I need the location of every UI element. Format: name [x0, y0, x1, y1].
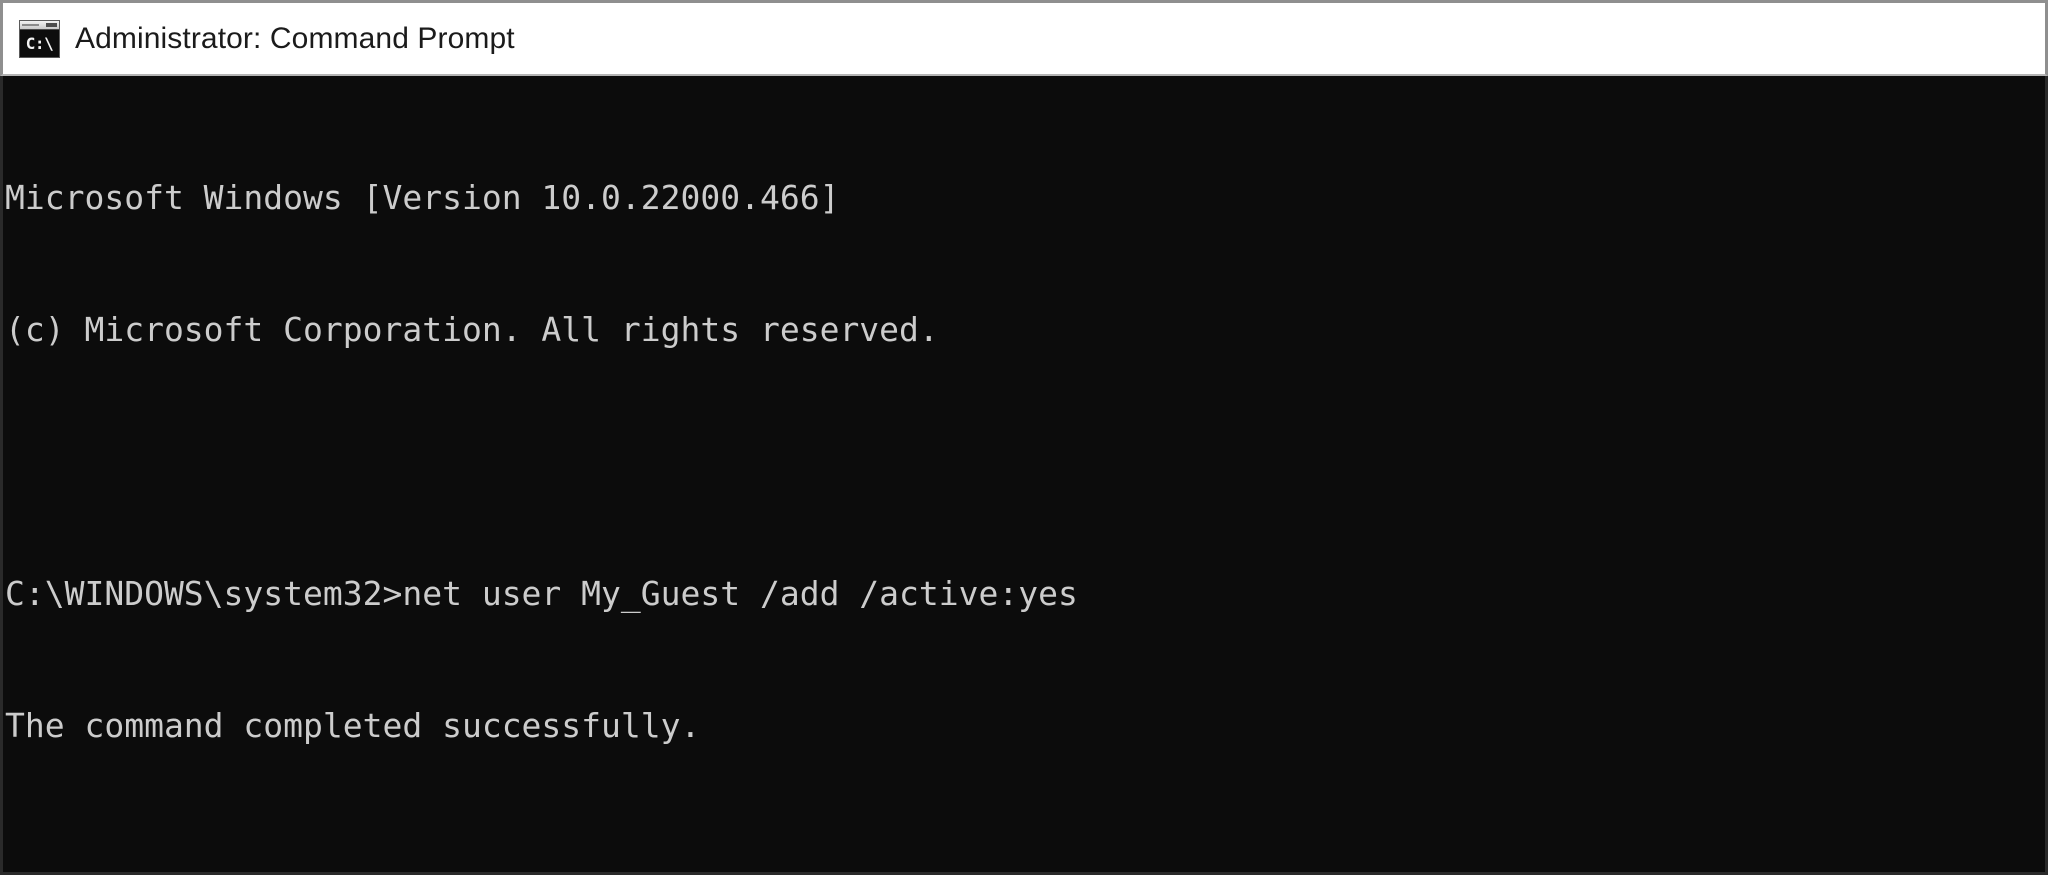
console-text-buffer: Microsoft Windows [Version 10.0.22000.46…: [5, 88, 2045, 872]
window-titlebar[interactable]: C:\ Administrator: Command Prompt: [0, 0, 2048, 76]
icon-caption-strip: [20, 20, 59, 30]
command-prompt-window[interactable]: C:\ Administrator: Command Prompt Micros…: [0, 0, 2048, 875]
console-line-command: C:\WINDOWS\system32>net user My_Guest /a…: [5, 574, 1078, 613]
console-line: Microsoft Windows [Version 10.0.22000.46…: [5, 178, 840, 217]
console-line-output: The command completed successfully.: [5, 706, 701, 745]
console-line: (c) Microsoft Corporation. All rights re…: [5, 310, 939, 349]
console-output-area[interactable]: Microsoft Windows [Version 10.0.22000.46…: [0, 76, 2048, 875]
window-title: Administrator: Command Prompt: [75, 21, 515, 55]
icon-prompt-glyph: C:\: [25, 33, 54, 53]
cmd-console-icon: C:\: [19, 19, 60, 58]
